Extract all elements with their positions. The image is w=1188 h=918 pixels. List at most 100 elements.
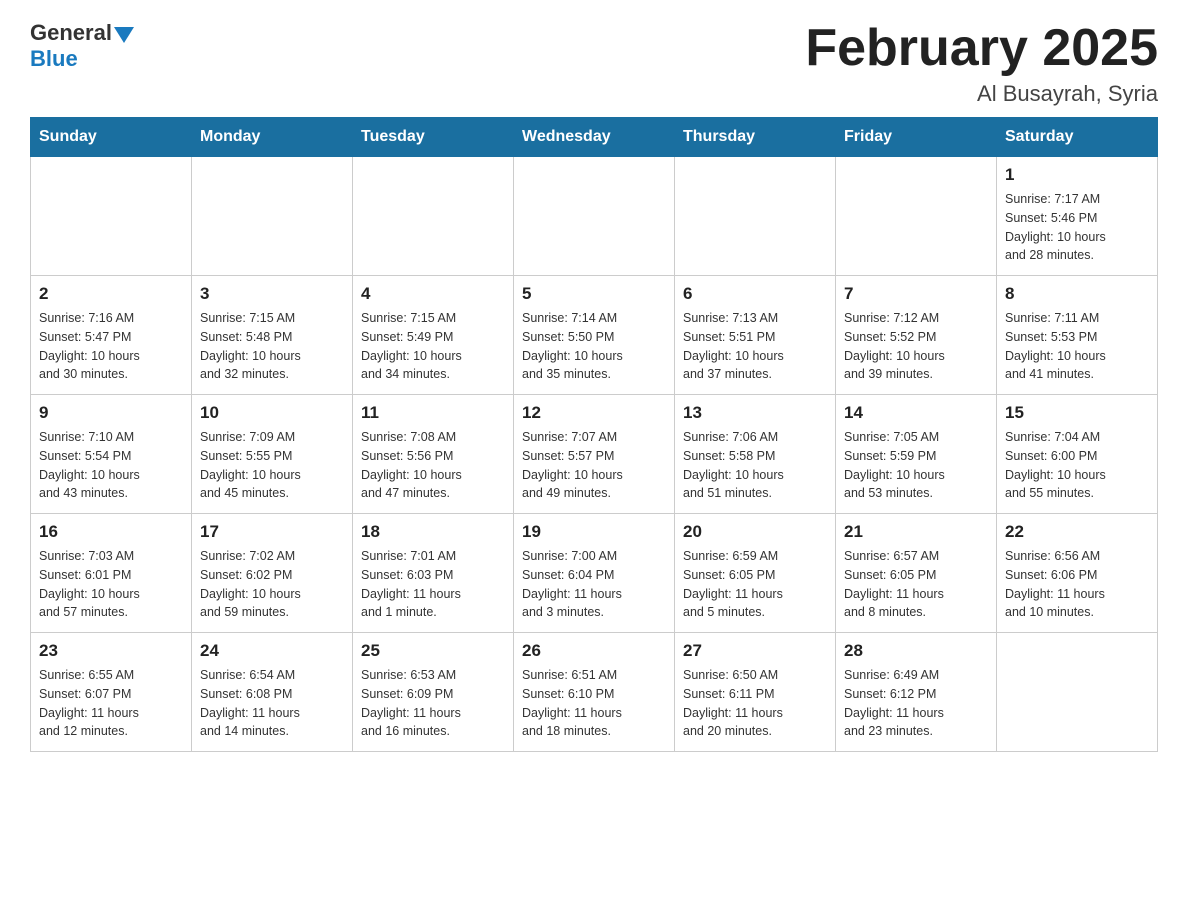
calendar-week-row: 2 Sunrise: 7:16 AMSunset: 5:47 PMDaylight… [31,276,1158,395]
column-header-thursday: Thursday [675,118,836,157]
calendar-week-row: 9 Sunrise: 7:10 AMSunset: 5:54 PMDaylight… [31,395,1158,514]
calendar-cell [353,157,514,276]
calendar-cell: 14 Sunrise: 7:05 AMSunset: 5:59 PMDayligh… [836,395,997,514]
day-number: 26 [522,641,666,661]
day-info: Sunrise: 6:53 AMSunset: 6:09 PMDaylight:… [361,666,505,741]
day-number: 4 [361,284,505,304]
day-info: Sunrise: 7:15 AMSunset: 5:49 PMDaylight:… [361,309,505,384]
day-number: 20 [683,522,827,542]
calendar-cell: 4 Sunrise: 7:15 AMSunset: 5:49 PMDaylight… [353,276,514,395]
logo-blue-text: Blue [30,46,78,72]
day-number: 22 [1005,522,1149,542]
day-info: Sunrise: 7:17 AMSunset: 5:46 PMDaylight:… [1005,190,1149,265]
day-number: 23 [39,641,183,661]
calendar-cell: 12 Sunrise: 7:07 AMSunset: 5:57 PMDayligh… [514,395,675,514]
calendar-cell: 21 Sunrise: 6:57 AMSunset: 6:05 PMDayligh… [836,514,997,633]
day-info: Sunrise: 7:07 AMSunset: 5:57 PMDaylight:… [522,428,666,503]
day-info: Sunrise: 7:16 AMSunset: 5:47 PMDaylight:… [39,309,183,384]
logo-general-text: General [30,20,112,46]
day-info: Sunrise: 6:56 AMSunset: 6:06 PMDaylight:… [1005,547,1149,622]
title-block: February 2025 Al Busayrah, Syria [805,20,1158,107]
day-number: 14 [844,403,988,423]
day-info: Sunrise: 6:59 AMSunset: 6:05 PMDaylight:… [683,547,827,622]
day-number: 1 [1005,165,1149,185]
calendar-cell [675,157,836,276]
calendar-cell [192,157,353,276]
day-info: Sunrise: 7:14 AMSunset: 5:50 PMDaylight:… [522,309,666,384]
calendar-cell: 1 Sunrise: 7:17 AMSunset: 5:46 PMDaylight… [997,157,1158,276]
day-info: Sunrise: 6:54 AMSunset: 6:08 PMDaylight:… [200,666,344,741]
day-info: Sunrise: 7:05 AMSunset: 5:59 PMDaylight:… [844,428,988,503]
calendar-header-row: SundayMondayTuesdayWednesdayThursdayFrid… [31,118,1158,157]
day-number: 28 [844,641,988,661]
calendar-cell: 11 Sunrise: 7:08 AMSunset: 5:56 PMDayligh… [353,395,514,514]
calendar-cell: 23 Sunrise: 6:55 AMSunset: 6:07 PMDayligh… [31,633,192,752]
calendar-cell: 13Sunrise: 7:06 AMSunset: 5:58 PMDayligh… [675,395,836,514]
day-number: 5 [522,284,666,304]
day-number: 17 [200,522,344,542]
day-number: 21 [844,522,988,542]
day-info: Sunrise: 7:04 AMSunset: 6:00 PMDaylight:… [1005,428,1149,503]
day-info: Sunrise: 7:09 AMSunset: 5:55 PMDaylight:… [200,428,344,503]
day-info: Sunrise: 7:06 AMSunset: 5:58 PMDaylight:… [683,428,827,503]
calendar-cell: 24 Sunrise: 6:54 AMSunset: 6:08 PMDayligh… [192,633,353,752]
day-info: Sunrise: 7:08 AMSunset: 5:56 PMDaylight:… [361,428,505,503]
logo-text: General [30,20,134,46]
column-header-friday: Friday [836,118,997,157]
day-info: Sunrise: 7:01 AMSunset: 6:03 PMDaylight:… [361,547,505,622]
day-info: Sunrise: 7:10 AMSunset: 5:54 PMDaylight:… [39,428,183,503]
column-header-wednesday: Wednesday [514,118,675,157]
calendar-cell [514,157,675,276]
logo: General Blue [30,20,134,72]
calendar-cell [836,157,997,276]
logo-triangle-icon [114,27,134,43]
calendar-cell: 18Sunrise: 7:01 AMSunset: 6:03 PMDayligh… [353,514,514,633]
month-title: February 2025 [805,20,1158,77]
day-number: 9 [39,403,183,423]
calendar-cell: 8 Sunrise: 7:11 AMSunset: 5:53 PMDaylight… [997,276,1158,395]
day-number: 8 [1005,284,1149,304]
calendar-cell: 27 Sunrise: 6:50 AMSunset: 6:11 PMDayligh… [675,633,836,752]
day-info: Sunrise: 6:49 AMSunset: 6:12 PMDaylight:… [844,666,988,741]
calendar-cell: 17 Sunrise: 7:02 AMSunset: 6:02 PMDayligh… [192,514,353,633]
day-info: Sunrise: 6:51 AMSunset: 6:10 PMDaylight:… [522,666,666,741]
day-info: Sunrise: 6:50 AMSunset: 6:11 PMDaylight:… [683,666,827,741]
calendar-cell: 20 Sunrise: 6:59 AMSunset: 6:05 PMDayligh… [675,514,836,633]
day-info: Sunrise: 7:03 AMSunset: 6:01 PMDaylight:… [39,547,183,622]
day-number: 10 [200,403,344,423]
calendar-cell: 9 Sunrise: 7:10 AMSunset: 5:54 PMDaylight… [31,395,192,514]
calendar-week-row: 1 Sunrise: 7:17 AMSunset: 5:46 PMDaylight… [31,157,1158,276]
calendar-cell: 5 Sunrise: 7:14 AMSunset: 5:50 PMDaylight… [514,276,675,395]
day-info: Sunrise: 7:11 AMSunset: 5:53 PMDaylight:… [1005,309,1149,384]
day-info: Sunrise: 7:00 AMSunset: 6:04 PMDaylight:… [522,547,666,622]
day-number: 16 [39,522,183,542]
day-info: Sunrise: 6:57 AMSunset: 6:05 PMDaylight:… [844,547,988,622]
page-header: General Blue February 2025 Al Busayrah, … [30,20,1158,107]
day-number: 2 [39,284,183,304]
column-header-sunday: Sunday [31,118,192,157]
calendar-cell: 16 Sunrise: 7:03 AMSunset: 6:01 PMDayligh… [31,514,192,633]
day-number: 12 [522,403,666,423]
day-number: 24 [200,641,344,661]
calendar-week-row: 23 Sunrise: 6:55 AMSunset: 6:07 PMDayligh… [31,633,1158,752]
calendar-week-row: 16 Sunrise: 7:03 AMSunset: 6:01 PMDayligh… [31,514,1158,633]
day-info: Sunrise: 7:15 AMSunset: 5:48 PMDaylight:… [200,309,344,384]
calendar-cell [997,633,1158,752]
calendar-cell: 15Sunrise: 7:04 AMSunset: 6:00 PMDayligh… [997,395,1158,514]
calendar-cell: 19 Sunrise: 7:00 AMSunset: 6:04 PMDayligh… [514,514,675,633]
calendar-cell: 6Sunrise: 7:13 AMSunset: 5:51 PMDaylight… [675,276,836,395]
day-info: Sunrise: 7:02 AMSunset: 6:02 PMDaylight:… [200,547,344,622]
column-header-monday: Monday [192,118,353,157]
calendar-cell: 26 Sunrise: 6:51 AMSunset: 6:10 PMDayligh… [514,633,675,752]
day-number: 27 [683,641,827,661]
calendar-cell: 28 Sunrise: 6:49 AMSunset: 6:12 PMDayligh… [836,633,997,752]
day-number: 25 [361,641,505,661]
day-number: 3 [200,284,344,304]
day-number: 11 [361,403,505,423]
calendar-cell [31,157,192,276]
calendar-table: SundayMondayTuesdayWednesdayThursdayFrid… [30,117,1158,752]
column-header-saturday: Saturday [997,118,1158,157]
day-info: Sunrise: 6:55 AMSunset: 6:07 PMDaylight:… [39,666,183,741]
day-info: Sunrise: 7:13 AMSunset: 5:51 PMDaylight:… [683,309,827,384]
day-number: 19 [522,522,666,542]
